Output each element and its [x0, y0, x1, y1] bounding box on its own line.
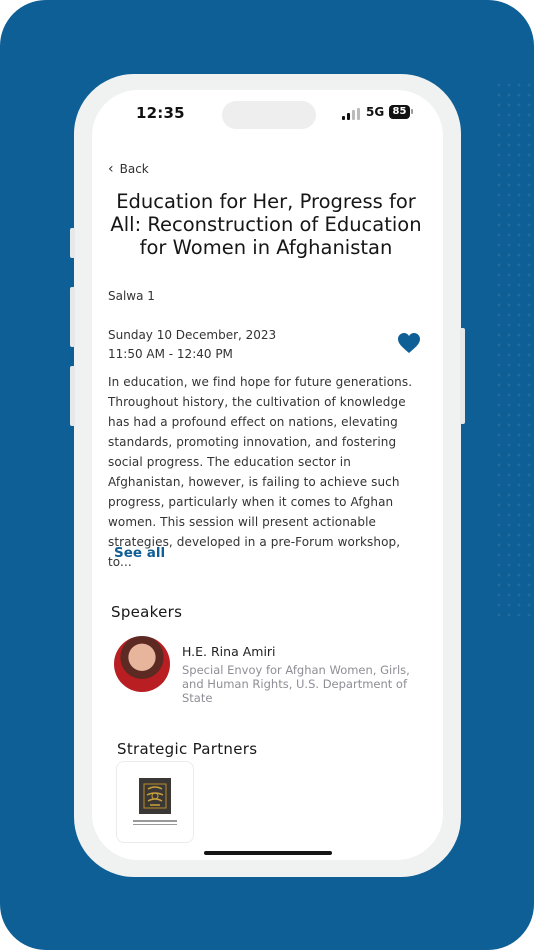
signal-icon [342, 108, 362, 120]
network-type: 5G [366, 105, 385, 119]
home-indicator[interactable] [204, 851, 332, 855]
session-title: Education for Her, Progress for All: Rec… [110, 190, 422, 259]
dynamic-island [222, 101, 316, 129]
session-room: Salwa 1 [108, 289, 155, 303]
back-label: Back [119, 162, 149, 176]
heart-icon[interactable] [397, 332, 421, 354]
partner-logo-icon [139, 778, 171, 814]
phone-power-button [460, 328, 465, 424]
back-button[interactable]: ‹ Back [108, 162, 149, 176]
phone-side-button [70, 228, 75, 258]
strategic-partners-heading: Strategic Partners [117, 740, 258, 758]
speaker-name: H.E. Rina Amiri [182, 644, 276, 659]
session-datetime: Sunday 10 December, 2023 11:50 AM - 12:4… [108, 326, 276, 364]
battery-icon: 85 [389, 105, 410, 119]
status-time: 12:35 [136, 104, 185, 122]
phone-volume-up-button [70, 287, 75, 347]
partner-card[interactable] [116, 761, 194, 843]
avatar [114, 636, 170, 692]
session-date: Sunday 10 December, 2023 [108, 328, 277, 342]
phone-volume-down-button [70, 366, 75, 426]
partner-logo-caption [133, 820, 177, 827]
phone-screen: 12:35 5G 85 ‹ Back Education for Her, Pr… [92, 90, 443, 860]
see-all-link[interactable]: See all [114, 545, 165, 561]
session-description: In education, we find hope for future ge… [108, 375, 413, 569]
speaker-role: Special Envoy for Afghan Women, Girls, a… [182, 663, 410, 705]
speakers-heading: Speakers [111, 603, 183, 621]
chevron-left-icon: ‹ [108, 161, 114, 177]
battery-cap [411, 109, 413, 114]
session-time: 11:50 AM - 12:40 PM [108, 347, 233, 361]
status-bar: 12:35 5G 85 [92, 90, 443, 136]
dot-pattern [494, 80, 534, 620]
